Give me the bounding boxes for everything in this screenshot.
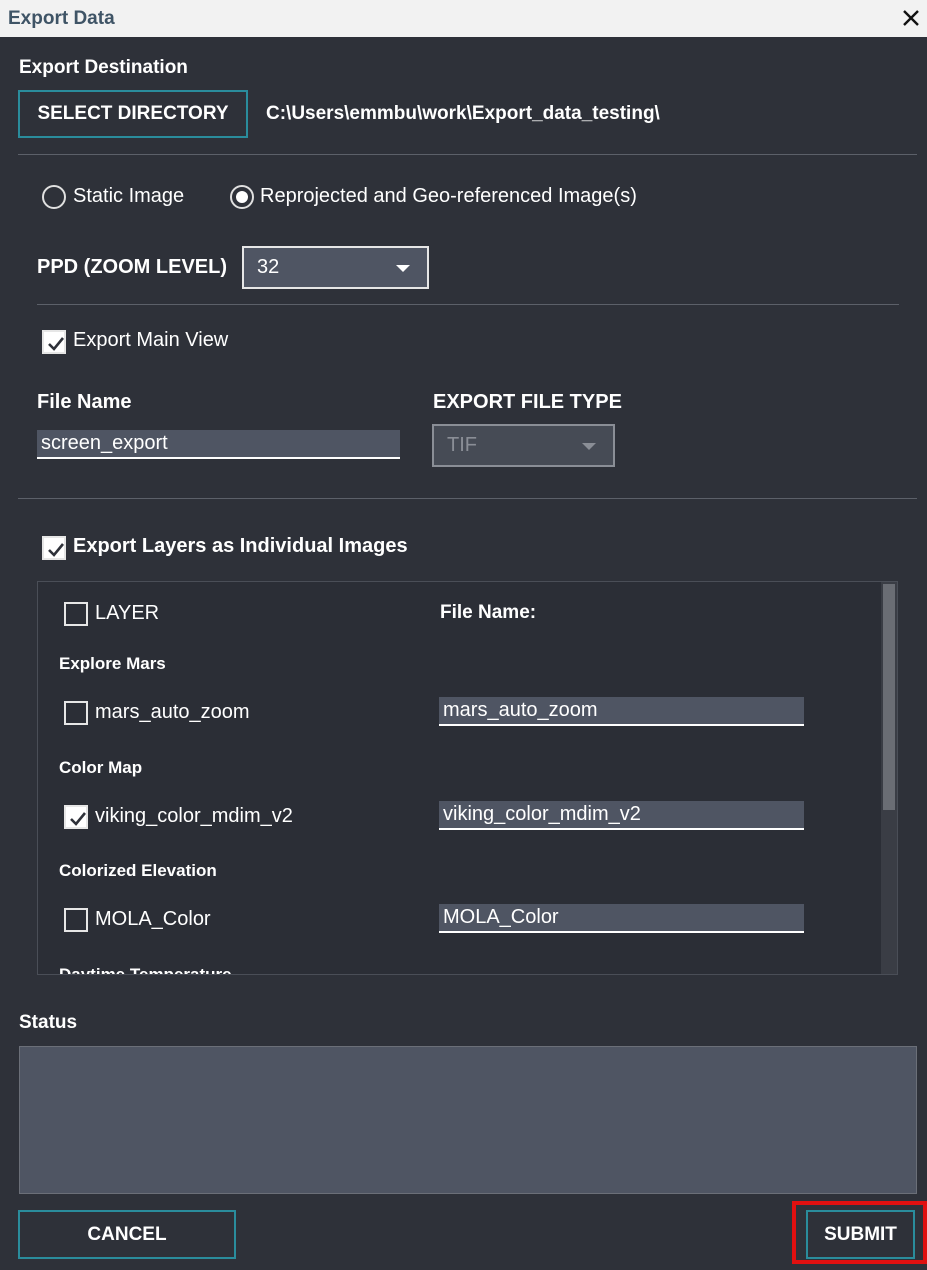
- export-file-type-select[interactable]: TIF: [432, 424, 615, 467]
- export-path: C:\Users\emmbu\work\Export_data_testing\: [266, 103, 660, 124]
- window-title: Export Data: [8, 8, 115, 29]
- close-icon[interactable]: [899, 6, 923, 30]
- layer-file-name-input[interactable]: mars_auto_zoom: [439, 697, 804, 726]
- layer-header-label: LAYER: [95, 602, 160, 624]
- submit-highlight-box: [792, 1201, 927, 1264]
- static-image-radio[interactable]: [42, 185, 66, 209]
- layer-file-name-input[interactable]: viking_color_mdim_v2: [439, 801, 804, 830]
- status-label: Status: [19, 1012, 78, 1033]
- select-directory-button[interactable]: SELECT DIRECTORY: [18, 90, 248, 138]
- layer-file-name-input[interactable]: MOLA_Color: [439, 904, 804, 933]
- cancel-button[interactable]: CANCEL: [18, 1210, 236, 1259]
- check-icon: [48, 337, 65, 351]
- title-bar: Export Data: [0, 0, 927, 37]
- file-name-label: File Name: [37, 391, 132, 413]
- layers-scrollbar[interactable]: [881, 582, 897, 974]
- layer-select-all-checkbox[interactable]: [64, 602, 88, 626]
- layers-list: LAYER File Name: Explore Mars mars_auto_…: [37, 581, 898, 975]
- divider: [18, 154, 917, 155]
- ppd-select[interactable]: 32: [242, 246, 429, 289]
- chevron-down-icon: [582, 443, 596, 450]
- ppd-label: PPD (ZOOM LEVEL): [37, 256, 227, 278]
- scrollbar-thumb[interactable]: [883, 584, 895, 810]
- static-image-label: Static Image: [73, 185, 185, 207]
- export-layers-checkbox[interactable]: [42, 536, 66, 560]
- layer-name: MOLA_Color: [95, 908, 211, 930]
- check-icon: [48, 543, 65, 557]
- reprojected-image-label: Reprojected and Geo-referenced Image(s): [260, 185, 637, 207]
- export-layers-label: Export Layers as Individual Images: [73, 535, 408, 557]
- layer-group-title: Explore Mars: [59, 654, 166, 673]
- layer-group-title: Daytime Temperature: [59, 965, 232, 975]
- layer-name: viking_color_mdim_v2: [95, 805, 293, 827]
- layer-checkbox-mola-color[interactable]: [64, 908, 88, 932]
- status-output: [19, 1046, 917, 1194]
- layer-group-title: Color Map: [59, 758, 143, 777]
- file-name-input[interactable]: screen_export: [37, 430, 400, 459]
- layer-checkbox-viking-color[interactable]: [64, 805, 88, 829]
- layer-group-title: Colorized Elevation: [59, 861, 217, 880]
- file-name-header: File Name:: [440, 602, 537, 623]
- divider: [18, 498, 917, 499]
- divider: [37, 304, 899, 305]
- export-file-type-value: TIF: [447, 434, 477, 456]
- reprojected-image-radio[interactable]: [230, 185, 254, 209]
- layer-checkbox-mars-auto-zoom[interactable]: [64, 701, 88, 725]
- layer-name: mars_auto_zoom: [95, 701, 250, 723]
- check-icon: [70, 812, 87, 826]
- export-main-view-label: Export Main View: [73, 329, 229, 351]
- export-file-type-label: EXPORT FILE TYPE: [433, 391, 622, 413]
- chevron-down-icon: [396, 265, 410, 272]
- ppd-value: 32: [257, 256, 280, 278]
- export-main-view-checkbox[interactable]: [42, 330, 66, 354]
- export-destination-heading: Export Destination: [19, 57, 188, 78]
